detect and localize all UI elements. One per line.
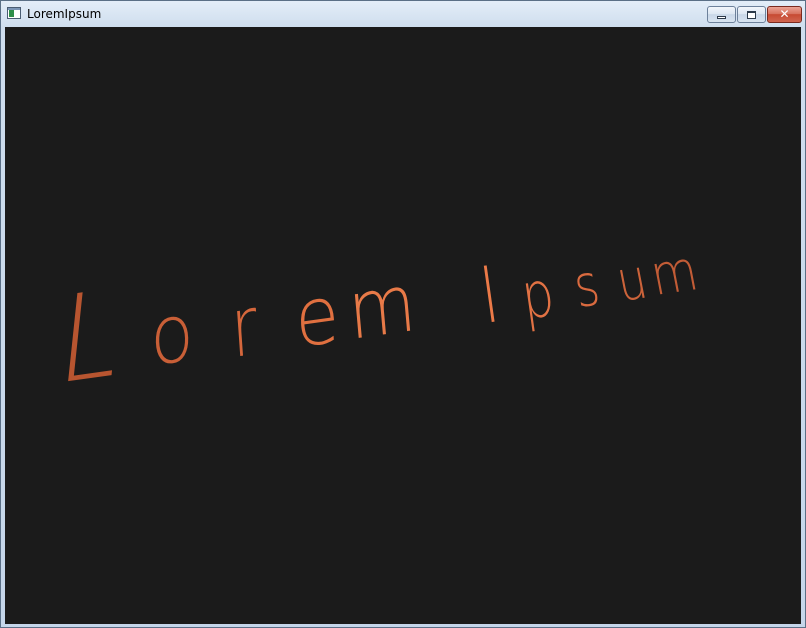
letter-7: p bbox=[517, 256, 559, 334]
letter-5: m bbox=[345, 256, 419, 358]
maximize-button[interactable] bbox=[737, 6, 766, 23]
window-controls: ✕ bbox=[707, 6, 802, 23]
minimize-icon bbox=[717, 16, 726, 19]
close-button[interactable]: ✕ bbox=[767, 6, 802, 23]
letter-10: m bbox=[645, 239, 703, 309]
render-canvas[interactable]: LoremIpsum bbox=[5, 27, 801, 624]
letter-9: u bbox=[611, 246, 652, 314]
letter-2: o bbox=[148, 285, 195, 385]
title-bar[interactable]: LoremIpsum ✕ bbox=[1, 1, 805, 27]
letter-3: r bbox=[228, 279, 261, 377]
3d-text-lorem-ipsum: Lo r e m Ip s um bbox=[52, 239, 703, 413]
app-window-icon[interactable] bbox=[7, 7, 21, 19]
3d-text-scene: Lo r e m Ip s um bbox=[52, 239, 703, 413]
close-icon: ✕ bbox=[779, 7, 790, 21]
letter-4: e bbox=[292, 266, 342, 366]
letter-6: I bbox=[475, 250, 504, 342]
minimize-button[interactable] bbox=[707, 6, 736, 23]
app-window: LoremIpsum ✕ LoremIpsum bbox=[0, 0, 806, 628]
letter-1: L bbox=[52, 263, 127, 412]
letter-8: s bbox=[569, 251, 605, 321]
window-title: LoremIpsum bbox=[27, 7, 102, 21]
maximize-icon bbox=[747, 11, 756, 19]
